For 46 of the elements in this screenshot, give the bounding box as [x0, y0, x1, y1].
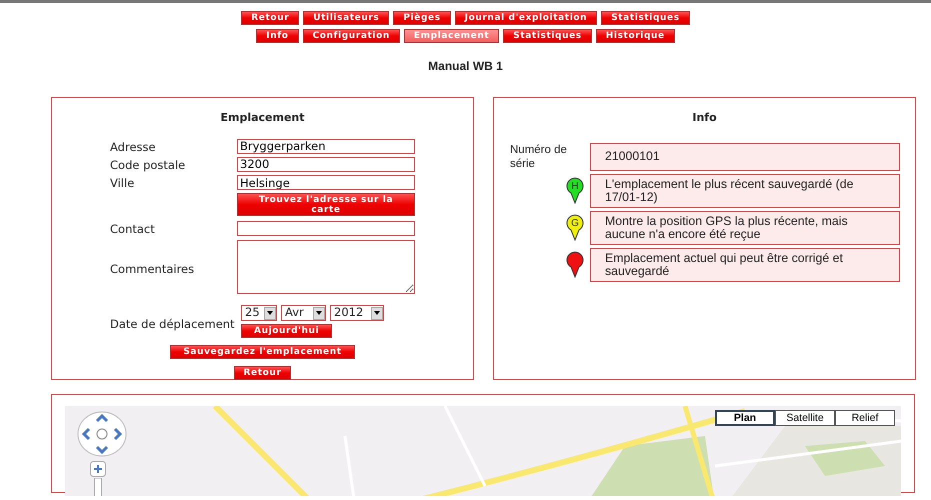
panel-title: Info — [692, 111, 717, 124]
zoom-in-icon[interactable] — [90, 461, 106, 477]
map-type-button[interactable]: Satellite — [775, 410, 835, 426]
map-type-button[interactable]: Relief — [835, 410, 895, 426]
dropdown-arrow-icon — [267, 311, 273, 315]
serial-label: Numéro de série — [510, 142, 568, 170]
map-marker-icon: H — [566, 176, 584, 204]
field-label: Date de déplacement — [110, 317, 235, 332]
nav-tab[interactable]: Statistiques — [601, 11, 690, 25]
text-field[interactable]: Helsinge — [237, 175, 415, 190]
save-button[interactable]: Sauvegardez l'emplacement — [170, 344, 355, 358]
nav-tab[interactable]: Emplacement — [404, 29, 500, 43]
text-field[interactable]: Bryggerparken — [237, 138, 415, 154]
page-title: Manual WB 1 — [427, 58, 504, 75]
dropdown-arrow-icon — [316, 311, 322, 315]
find-address-button[interactable]: Trouvez l'adresse sur la carte — [237, 193, 415, 216]
nav-tab[interactable]: Historique — [596, 29, 675, 43]
nav-tab[interactable]: Retour — [241, 11, 300, 25]
field-label: Commentaires — [110, 262, 194, 276]
date-dropdown[interactable]: 2012 — [330, 305, 384, 321]
nav-tab[interactable]: Journal d'exploitation — [454, 11, 598, 25]
legend-text: Montre la position GPS la plus récente, mais aucune n'a encore été reçue — [590, 210, 900, 244]
legend-text: Emplacement actuel qui peut être corrigé et sauvegardé — [590, 248, 900, 282]
field-label: Code postale — [110, 158, 186, 172]
nav-tab[interactable]: Utilisateurs — [303, 11, 390, 25]
legend-text: L'emplacement le plus récent sauvegardé (de 17/01-12) — [590, 174, 900, 208]
map-type-button[interactable]: Plan — [715, 410, 775, 426]
back-button[interactable]: Retour — [234, 366, 292, 380]
date-dropdown[interactable]: Avr — [281, 305, 326, 321]
pan-control-icon[interactable] — [77, 411, 127, 457]
field-label: Ville — [110, 176, 134, 190]
nav-tab[interactable]: Pièges — [393, 11, 451, 25]
nav-tab[interactable]: Statistiques — [503, 29, 592, 43]
field-label: Adresse — [110, 140, 156, 154]
comment-field[interactable] — [237, 240, 415, 294]
serial-value: 21000101 — [590, 142, 900, 170]
text-field[interactable]: 3200 — [237, 156, 415, 172]
map-marker-icon: G — [566, 212, 584, 240]
nav-tab[interactable]: Configuration — [302, 29, 400, 43]
text-field[interactable] — [237, 221, 415, 236]
today-button[interactable]: Aujourd'hui — [241, 324, 332, 338]
panel-title: Emplacement — [220, 111, 305, 124]
nav-tab[interactable]: Info — [256, 29, 299, 43]
date-dropdown[interactable]: 25 — [241, 305, 277, 321]
dropdown-arrow-icon — [374, 311, 380, 315]
field-label: Contact — [110, 222, 155, 236]
